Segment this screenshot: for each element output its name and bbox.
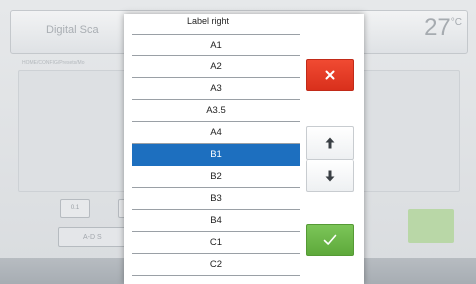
scroll-up-button[interactable] [306,126,354,160]
close-icon [325,70,335,80]
scroll-down-button[interactable] [306,160,354,192]
label-select-dialog: Label right A1 A2 A3 A3.5 A4 B1 B2 B3 B4… [124,14,364,284]
breadcrumb: HOME/CONFIG/Presets/Mo [22,60,85,66]
label-list[interactable]: A1 A2 A3 A3.5 A4 B1 B2 B3 B4 C1 C2 [132,34,300,276]
list-item[interactable]: B1 [132,144,300,166]
temperature-value: 27 [424,14,451,41]
list-item[interactable]: B4 [132,210,300,232]
temperature-unit: °C [450,17,462,28]
dialog-title: Label right [186,16,230,26]
list-item[interactable]: B3 [132,188,300,210]
list-item[interactable]: A3.5 [132,100,300,122]
list-item[interactable]: A1 [132,34,300,56]
confirm-button[interactable] [306,224,354,256]
list-item[interactable]: C1 [132,232,300,254]
background-small-button: 0.1 [60,199,90,218]
list-item[interactable]: B2 [132,166,300,188]
cancel-button[interactable] [306,59,354,91]
arrow-down-icon [325,170,335,181]
arrow-up-icon [325,137,335,149]
background-title: Digital Sca [46,24,99,36]
list-item[interactable]: A3 [132,78,300,100]
list-item[interactable]: A4 [132,122,300,144]
checkmark-icon [323,234,337,245]
temperature-display: 27°C [424,14,462,42]
background-confirm-button [408,209,454,243]
list-item[interactable]: A2 [132,56,300,78]
list-item[interactable]: C2 [132,254,300,276]
